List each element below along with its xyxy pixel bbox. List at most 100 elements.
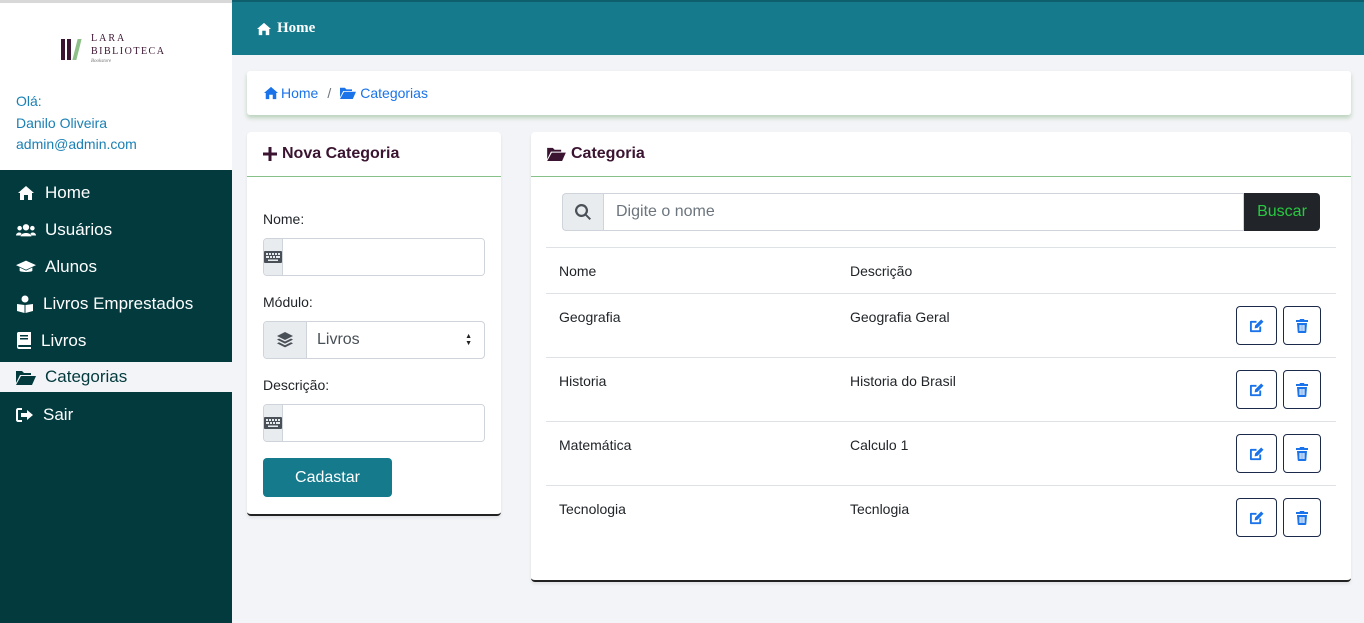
category-name-input[interactable] bbox=[283, 239, 484, 275]
edit-button[interactable] bbox=[1236, 498, 1278, 537]
search-icon bbox=[562, 193, 603, 231]
sidebar-item-label: Livros bbox=[41, 330, 87, 350]
category-table: Nome Descrição Geografia Geografia Geral bbox=[546, 247, 1336, 550]
delete-button[interactable] bbox=[1283, 306, 1321, 345]
category-description-input[interactable] bbox=[283, 405, 484, 441]
sidebar-item-label: Home bbox=[45, 182, 91, 202]
column-header-name: Nome bbox=[546, 247, 837, 294]
edit-button[interactable] bbox=[1236, 370, 1278, 409]
breadcrumb-separator: / bbox=[327, 85, 332, 101]
trash-icon bbox=[1296, 382, 1308, 397]
delete-button[interactable] bbox=[1283, 370, 1321, 409]
sign-out-icon bbox=[16, 406, 34, 424]
home-icon bbox=[264, 86, 278, 100]
sidebar-item-alunos[interactable]: Alunos bbox=[0, 248, 232, 285]
breadcrumb: Home / Categorias bbox=[247, 71, 1351, 115]
breadcrumb-home-link[interactable]: Home bbox=[263, 85, 318, 101]
home-icon bbox=[16, 184, 36, 202]
logo-text: LARA BIBLIOTECA Bookstore bbox=[91, 33, 166, 65]
user-email: admin@admin.com bbox=[16, 136, 137, 152]
reader-icon bbox=[16, 295, 34, 313]
sidebar-item-categorias[interactable]: Categorias bbox=[0, 362, 232, 392]
sidebar-item-label: Usuários bbox=[45, 219, 113, 239]
column-header-actions bbox=[1217, 247, 1336, 294]
description-input-group bbox=[263, 404, 485, 442]
table-row: Tecnologia Tecnlogia bbox=[546, 486, 1336, 550]
sidebar-item-label: Categorias bbox=[45, 367, 128, 386]
cell-description: Historia do Brasil bbox=[837, 357, 1217, 422]
column-header-description: Descrição bbox=[837, 247, 1217, 294]
module-select[interactable]: Livros ▲ ▼ bbox=[307, 322, 484, 358]
cell-name: Geografia bbox=[546, 293, 837, 358]
home-icon bbox=[257, 22, 271, 35]
greeting-text: Olá: bbox=[16, 93, 42, 109]
edit-icon bbox=[1250, 382, 1264, 396]
book-icon bbox=[16, 332, 32, 350]
user-info: Olá: Danilo Oliveira admin@admin.com bbox=[16, 91, 137, 156]
trash-icon bbox=[1296, 446, 1308, 461]
trash-icon bbox=[1296, 510, 1308, 525]
cell-name: Matemática bbox=[546, 421, 837, 486]
folder-open-icon bbox=[547, 147, 566, 161]
category-list-title: Categoria bbox=[571, 145, 645, 162]
table-header-row: Nome Descrição bbox=[546, 247, 1336, 294]
edit-button[interactable] bbox=[1236, 306, 1278, 345]
cell-description: Calculo 1 bbox=[837, 421, 1217, 486]
topbar: Home bbox=[232, 0, 1364, 55]
logo-line-1: LARA bbox=[91, 33, 127, 44]
cell-name: Historia bbox=[546, 357, 837, 422]
delete-button[interactable] bbox=[1283, 434, 1321, 473]
sidebar-item-usuarios[interactable]: Usuários bbox=[0, 211, 232, 248]
sidebar: LARA BIBLIOTECA Bookstore Olá: Danilo Ol… bbox=[0, 0, 232, 623]
module-label: Módulo: bbox=[263, 294, 313, 310]
sidebar-item-home[interactable]: Home bbox=[0, 174, 232, 211]
sidebar-nav: Home Usuários Alunos Livros Emprestados … bbox=[0, 174, 232, 433]
search-input[interactable] bbox=[603, 193, 1244, 231]
search-group: Buscar bbox=[562, 193, 1320, 231]
logo-line-3: Bookstore bbox=[91, 59, 112, 64]
books-logo-icon bbox=[61, 38, 82, 60]
cell-description: Geografia Geral bbox=[837, 293, 1217, 358]
sidebar-item-livros-emprestados[interactable]: Livros Emprestados bbox=[0, 285, 232, 322]
cell-actions bbox=[1217, 357, 1336, 422]
folder-open-icon bbox=[340, 87, 357, 99]
keyboard-icon bbox=[264, 239, 283, 275]
submit-button[interactable]: Cadastar bbox=[263, 458, 392, 497]
graduation-cap-icon bbox=[16, 258, 36, 276]
sidebar-item-label: Livros Emprestados bbox=[43, 293, 194, 313]
description-label: Descrição: bbox=[263, 377, 330, 393]
trash-icon bbox=[1296, 318, 1308, 333]
name-input-group bbox=[263, 238, 485, 276]
new-category-card: Nova Categoria Nome: Módulo: Livros ▲ ▼ D… bbox=[247, 132, 501, 516]
folder-open-icon bbox=[16, 368, 36, 386]
search-button[interactable]: Buscar bbox=[1244, 193, 1320, 231]
users-icon bbox=[16, 221, 36, 239]
topbar-title[interactable]: Home bbox=[277, 20, 315, 37]
logo[interactable]: LARA BIBLIOTECA Bookstore bbox=[61, 34, 165, 64]
delete-button[interactable] bbox=[1283, 498, 1321, 537]
cell-description: Tecnlogia bbox=[850, 501, 910, 517]
table-row: Matemática Calculo 1 bbox=[546, 421, 1336, 486]
breadcrumb-current-link[interactable]: Categorias bbox=[340, 85, 428, 101]
cell-actions bbox=[1217, 421, 1336, 486]
category-list-card: Categoria Buscar Nome Descrição Geografi… bbox=[531, 132, 1351, 582]
category-list-header: Categoria bbox=[531, 132, 1351, 177]
new-category-header: Nova Categoria bbox=[247, 132, 501, 177]
cell-actions bbox=[1217, 486, 1336, 550]
select-arrows-icon: ▲ ▼ bbox=[465, 333, 472, 347]
table-row: Geografia Geografia Geral bbox=[546, 293, 1336, 358]
module-select-value: Livros bbox=[317, 331, 360, 348]
logo-line-2: BIBLIOTECA bbox=[91, 46, 166, 57]
sidebar-item-label: Sair bbox=[43, 404, 74, 424]
sidebar-item-sair[interactable]: Sair bbox=[0, 396, 232, 433]
sidebar-item-label: Alunos bbox=[45, 256, 97, 276]
cell-name: Tecnologia bbox=[559, 501, 626, 517]
plus-icon bbox=[263, 147, 277, 161]
edit-icon bbox=[1250, 446, 1264, 460]
breadcrumb-current-label: Categorias bbox=[360, 85, 428, 101]
sidebar-item-livros[interactable]: Livros bbox=[0, 322, 232, 359]
edit-button[interactable] bbox=[1236, 434, 1278, 473]
keyboard-icon bbox=[264, 405, 283, 441]
layers-icon bbox=[264, 322, 307, 358]
module-input-group: Livros ▲ ▼ bbox=[263, 321, 485, 359]
